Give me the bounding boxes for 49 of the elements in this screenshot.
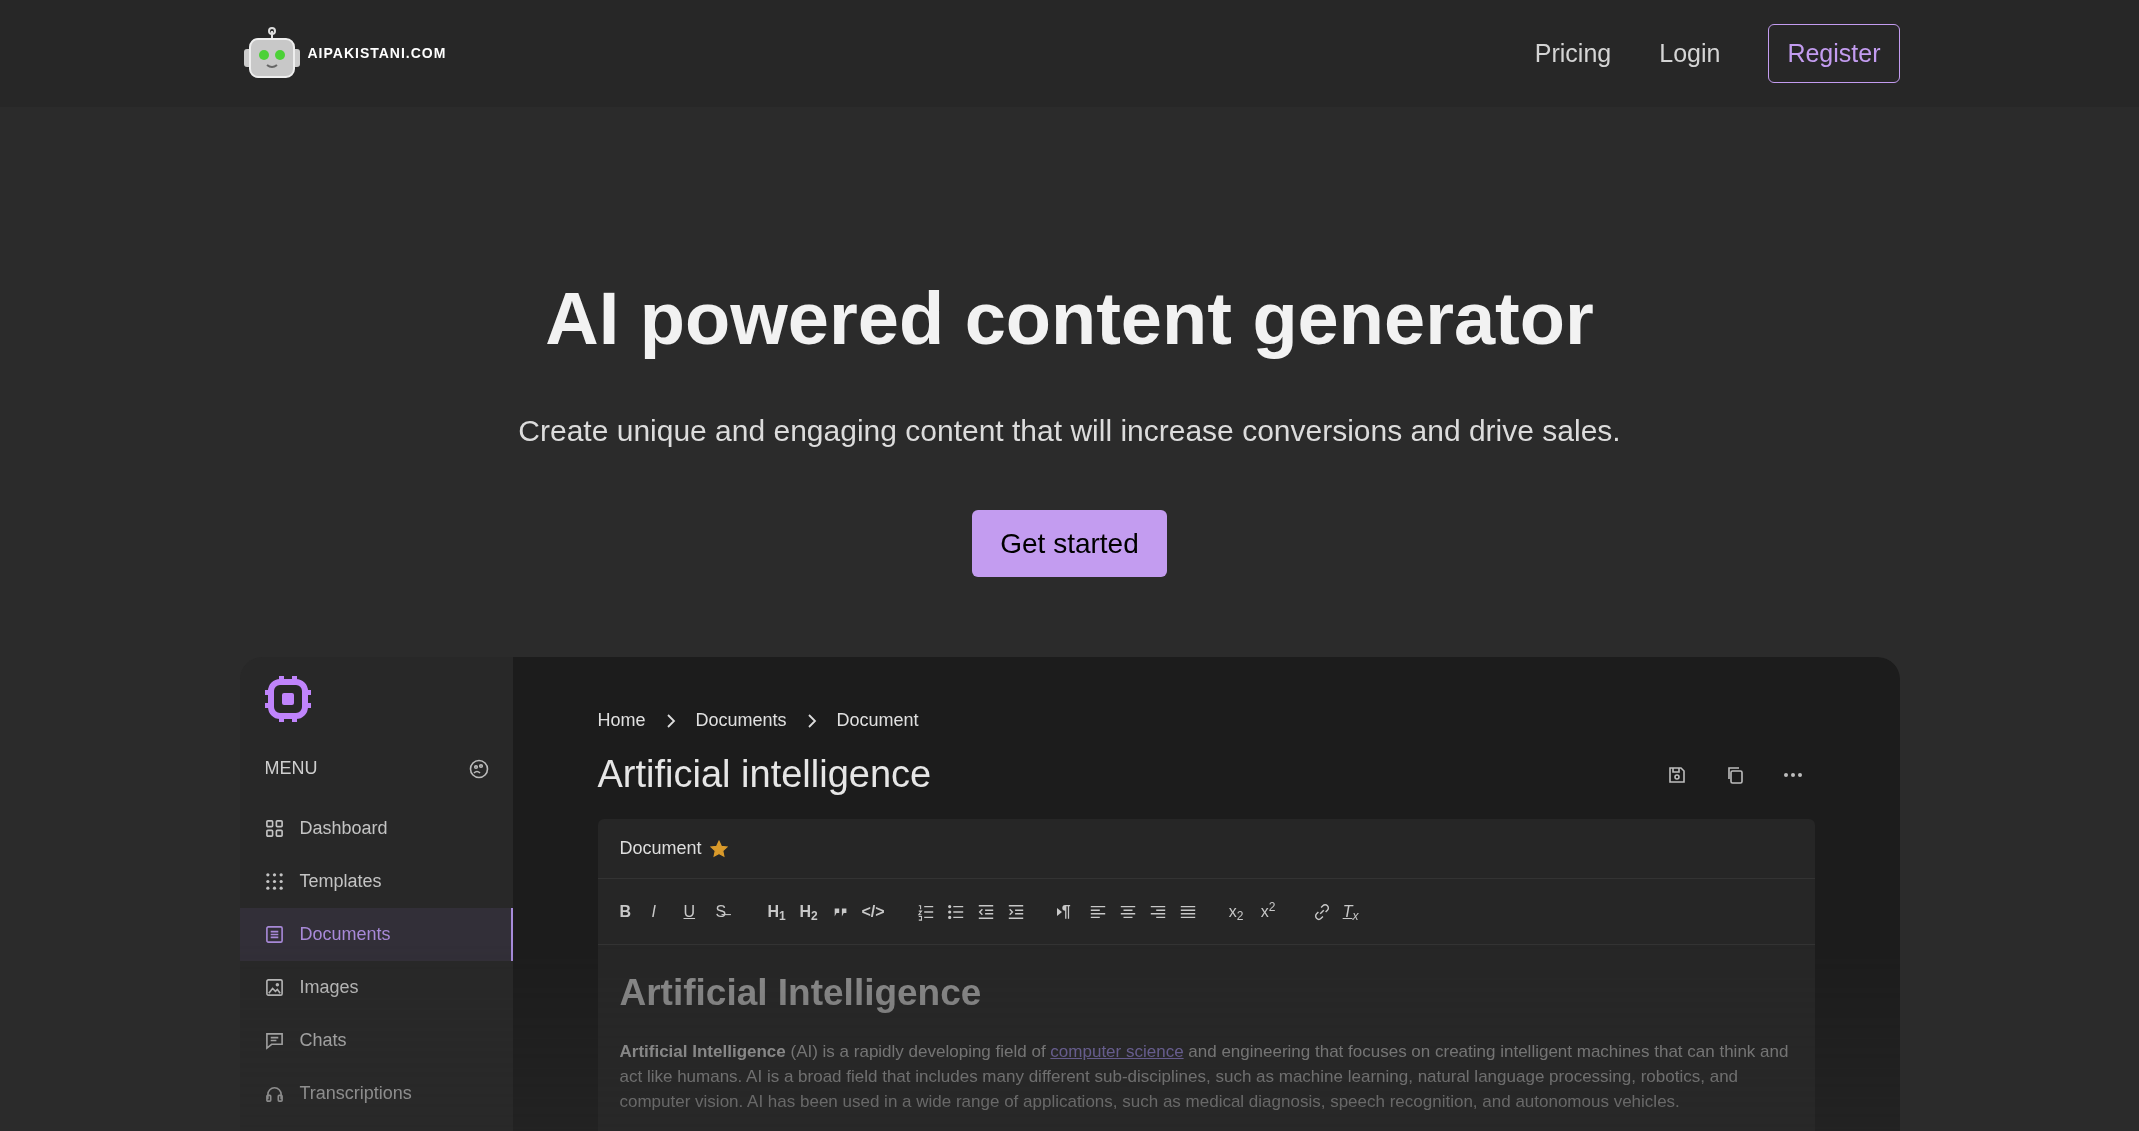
- breadcrumb-link[interactable]: Home: [597, 707, 646, 734]
- chip-logo-icon: [264, 676, 311, 722]
- dots-grid-icon: [264, 872, 284, 891]
- image-icon: [264, 978, 284, 997]
- sidebar-item[interactable]: Dashboard: [239, 802, 513, 855]
- save-icon[interactable]: [1666, 764, 1687, 785]
- breadcrumb-link[interactable]: Document: [836, 707, 919, 734]
- sidebar-item[interactable]: Images: [239, 961, 513, 1014]
- sidebar-item[interactable]: Documents: [239, 908, 513, 961]
- format-button[interactable]: T$_{x}$: [1342, 903, 1363, 920]
- link-icon[interactable]: [1312, 902, 1331, 921]
- sidebar-item[interactable]: Templates: [239, 855, 513, 908]
- bullet-list-icon[interactable]: [946, 902, 965, 921]
- format-button[interactable]: B: [619, 903, 640, 920]
- format-button[interactable]: U: [683, 903, 704, 920]
- document-icon: [264, 925, 284, 944]
- grid-icon: [264, 819, 284, 838]
- nav-link[interactable]: Pricing: [1534, 34, 1612, 73]
- chevron-right-icon: [806, 713, 817, 728]
- document-label: Document: [619, 837, 702, 860]
- sidebar-item[interactable]: Transcriptions: [239, 1067, 513, 1120]
- star-icon[interactable]: [709, 839, 728, 858]
- sidebar-item[interactable]: Chats: [239, 1014, 513, 1067]
- nav-link[interactable]: Login: [1659, 34, 1721, 73]
- format-button[interactable]: ¶: [1056, 903, 1077, 920]
- format-button[interactable]: x$_{2}$: [1228, 903, 1249, 920]
- format-button[interactable]: S̶: [715, 903, 736, 920]
- logo-text: AIPAKISTANI.COM: [307, 44, 447, 63]
- format-button[interactable]: I: [651, 903, 672, 920]
- chevron-right-icon: [665, 713, 676, 728]
- format-button[interactable]: H$_{1}$: [767, 903, 788, 920]
- register-button[interactable]: Register: [1768, 23, 1900, 84]
- format-button[interactable]: x$^{2}$: [1260, 903, 1281, 920]
- numbered-list-icon[interactable]: [916, 902, 935, 921]
- indent-icon[interactable]: [1006, 902, 1025, 921]
- chat-icon: [264, 1031, 284, 1050]
- format-button[interactable]: </>: [861, 903, 885, 920]
- hero-subtitle: Create unique and engaging content that will increase conversions and drive sales.: [518, 413, 1621, 449]
- breadcrumb-link[interactable]: Documents: [695, 707, 787, 734]
- triangle-icon: [1056, 907, 1062, 916]
- more-icon[interactable]: [1782, 771, 1803, 778]
- document-paragraph: Artificial Intelligence (AI) is a rapidly developing field of computer science and engineering that focuses on creating intelligent machines that can think and act like humans. AI is a broad field that includes many different sub-disciplines, such as machine learning, natural language processing, robotics, and computer vision. AI has been used in a wide range of applications, such as medical diagnosis, speech recognition, and autonomous vehicles.: [619, 1040, 1790, 1113]
- menu-label: MENU: [264, 757, 318, 780]
- page-title: Artificial intelligence: [597, 752, 932, 797]
- get-started-button[interactable]: Get started: [972, 510, 1167, 577]
- headphones-icon: [264, 1084, 284, 1103]
- document-heading: Artificial Intelligence: [619, 971, 983, 1015]
- outdent-icon[interactable]: [976, 902, 995, 921]
- format-button[interactable]: H$_{2}$: [799, 903, 820, 920]
